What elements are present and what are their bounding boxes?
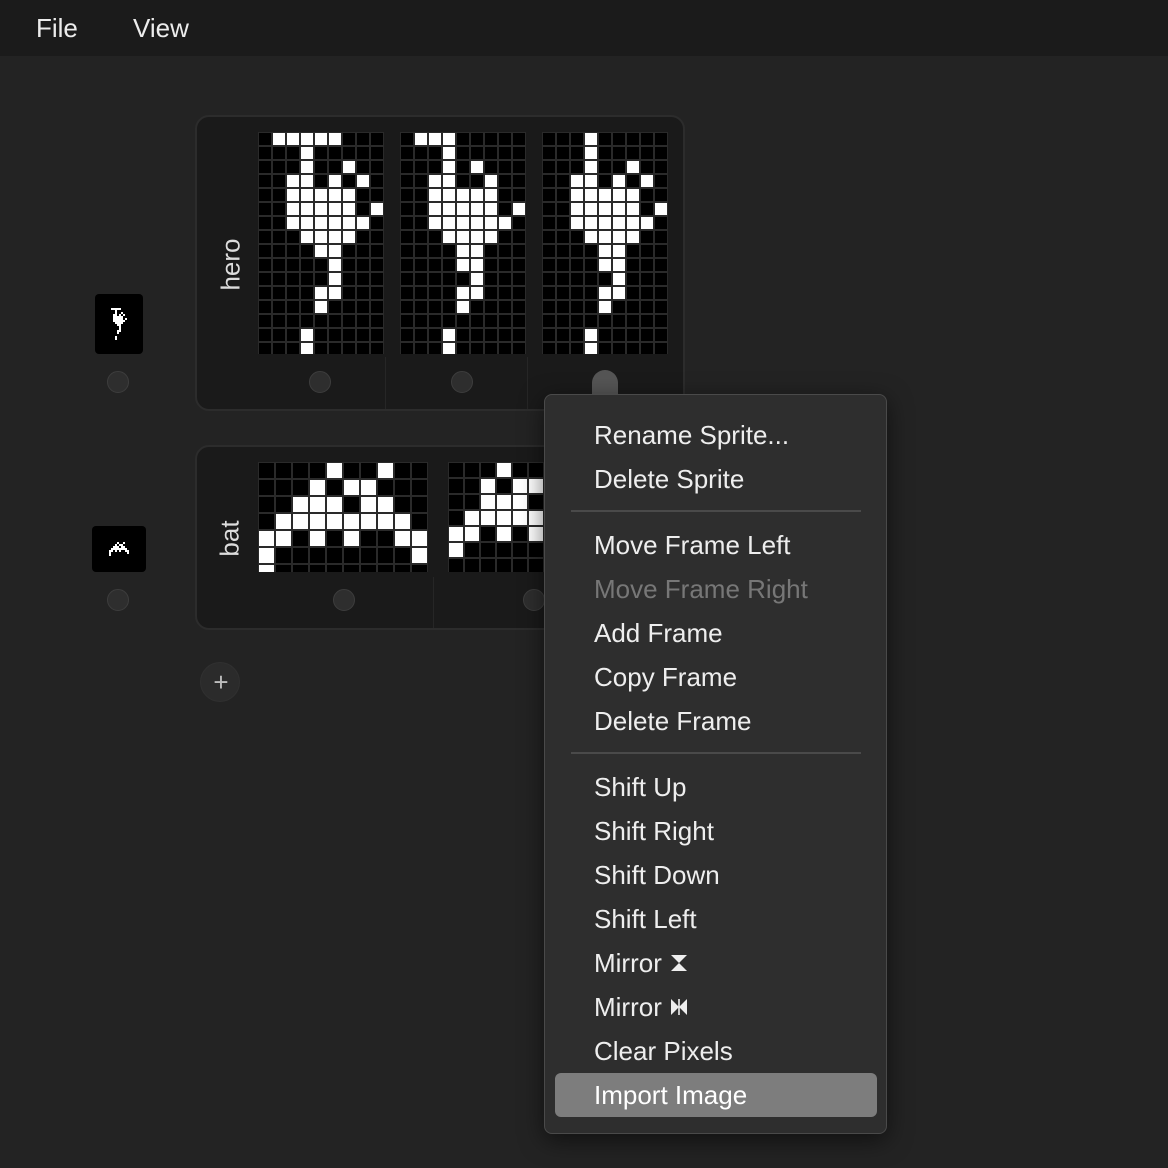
menu-bar: File View — [0, 0, 1168, 56]
menu-item-move-frame-right: Move Frame Right — [594, 574, 808, 604]
frame-select-dot[interactable] — [309, 371, 331, 393]
menu-item-mirror-horizontal[interactable]: Mirror — [555, 985, 877, 1029]
mirror-vertical-icon — [670, 955, 687, 972]
frame-select-dot[interactable] — [333, 589, 355, 611]
menu-item-delete-sprite[interactable]: Delete Sprite — [555, 457, 877, 501]
bat-select-dot[interactable] — [107, 589, 129, 611]
menu-item-shift-right[interactable]: Shift Right — [555, 809, 877, 853]
menu-item-shift-up[interactable]: Shift Up — [555, 765, 877, 809]
menu-item-clear-pixels[interactable]: Clear Pixels — [555, 1029, 877, 1073]
frame-select-dot[interactable] — [451, 371, 473, 393]
hero-thumbnail[interactable] — [95, 294, 143, 354]
menu-item-copy-frame[interactable]: Copy Frame — [555, 655, 877, 699]
menu-item-shift-left[interactable]: Shift Left — [555, 897, 877, 941]
hero-select-dot[interactable] — [107, 371, 129, 393]
menu-item-rename-sprite[interactable]: Rename Sprite... — [555, 413, 877, 457]
sprite-name-hero[interactable]: hero — [216, 215, 247, 315]
menu-item-label: Mirror — [594, 992, 662, 1022]
frame-canvas-bat-2[interactable] — [448, 462, 544, 572]
frame-divider — [385, 357, 386, 409]
menu-item-move-frame-left[interactable]: Move Frame Left — [555, 523, 877, 567]
menu-separator — [571, 752, 861, 754]
view-menu[interactable]: View — [133, 10, 189, 46]
menu-item-shift-down[interactable]: Shift Down — [555, 853, 877, 897]
menu-separator — [571, 510, 861, 512]
frame-canvas-hero-2[interactable] — [400, 132, 526, 354]
menu-item-add-frame[interactable]: Add Frame — [555, 611, 877, 655]
hero-sprite-icon — [111, 308, 127, 340]
file-menu[interactable]: File — [36, 10, 78, 46]
menu-item-label: Mirror — [594, 948, 662, 978]
frame-select-dot[interactable] — [523, 589, 545, 611]
frame-divider — [527, 357, 528, 409]
plus-icon: + — [213, 667, 229, 697]
mirror-horizontal-icon — [670, 999, 687, 1016]
menu-item-import-image[interactable]: Import Image — [555, 1073, 877, 1117]
frame-divider — [433, 577, 434, 628]
frame-canvas-bat-1[interactable] — [258, 462, 432, 572]
menu-item-mirror-vertical[interactable]: Mirror — [555, 941, 877, 985]
menu-item-delete-frame[interactable]: Delete Frame — [555, 699, 877, 743]
context-menu: Rename Sprite... Delete Sprite Move Fram… — [544, 394, 887, 1134]
bat-sprite-icon — [109, 542, 129, 556]
frame-canvas-hero-3[interactable] — [542, 132, 668, 354]
sprite-name-bat[interactable]: bat — [215, 489, 246, 589]
bat-thumbnail[interactable] — [92, 526, 146, 572]
frame-canvas-hero-1[interactable] — [258, 132, 384, 354]
add-sprite-button[interactable]: + — [200, 662, 240, 702]
